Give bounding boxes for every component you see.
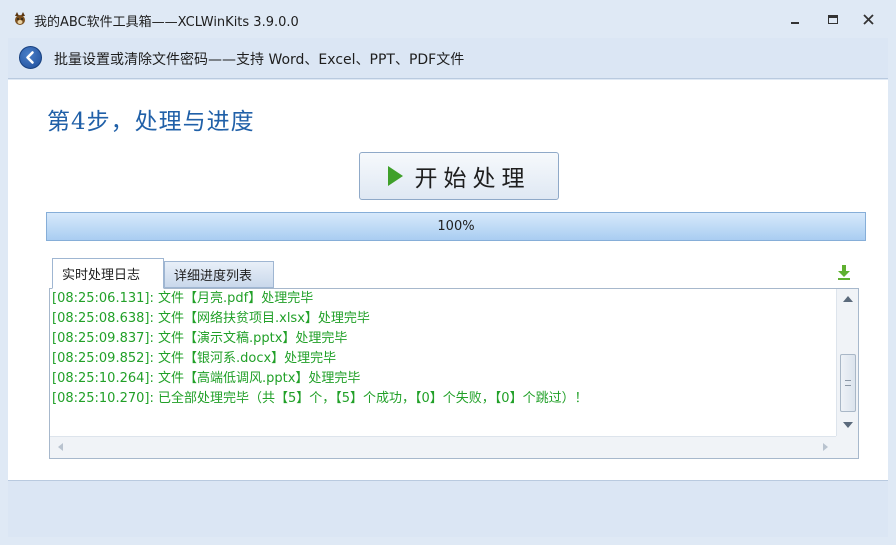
progress-text: 100% — [437, 219, 475, 234]
maximize-icon — [828, 15, 838, 24]
log-line: [08:25:10.270]: 已全部处理完毕（共【5】个，【5】个成功，【0】… — [52, 391, 588, 406]
log-line: [08:25:10.264]: 文件【高端低调风.pptx】处理完毕 — [52, 371, 361, 386]
scroll-right-icon[interactable] — [823, 443, 828, 451]
title-bar: 我的ABC软件工具箱——XCLWinKits 3.9.0.0 — [0, 0, 896, 38]
main-panel: 第4步，处理与进度 开始处理 100% 实时处理日志 详细进度列表 [08:25… — [8, 80, 888, 480]
tab-realtime-log[interactable]: 实时处理日志 — [52, 258, 164, 289]
minimize-button[interactable] — [784, 9, 806, 29]
log-lines: [08:25:06.131]: 文件【月亮.pdf】处理完毕 [08:25:08… — [52, 289, 834, 409]
horizontal-scrollbar[interactable] — [50, 436, 836, 458]
maximize-button[interactable] — [822, 9, 844, 29]
minimize-icon — [791, 22, 799, 24]
footer-bar — [8, 480, 888, 537]
window-title: 我的ABC软件工具箱——XCLWinKits 3.9.0.0 — [34, 15, 299, 30]
log-line: [08:25:09.837]: 文件【演示文稿.pptx】处理完毕 — [52, 331, 348, 346]
grip-icon — [845, 380, 851, 386]
close-button[interactable] — [857, 9, 879, 29]
function-description: 批量设置或清除文件密码——支持 Word、Excel、PPT、PDF文件 — [54, 52, 465, 68]
close-icon — [862, 13, 874, 25]
scroll-corner — [836, 436, 858, 458]
scroll-thumb[interactable] — [840, 354, 856, 412]
scroll-up-icon[interactable] — [843, 296, 853, 302]
start-process-button[interactable]: 开始处理 — [359, 152, 559, 200]
scroll-left-icon[interactable] — [58, 443, 63, 451]
start-process-label: 开始处理 — [414, 166, 531, 192]
back-button[interactable] — [19, 46, 42, 69]
download-icon[interactable] — [837, 264, 851, 280]
tab-progress-list[interactable]: 详细进度列表 — [164, 261, 274, 288]
play-icon — [387, 166, 403, 186]
step-title: 第4步，处理与进度 — [47, 109, 255, 135]
log-line: [08:25:09.852]: 文件【银河系.docx】处理完毕 — [52, 351, 337, 366]
progress-bar: 100% — [46, 212, 866, 241]
fox-app-icon — [15, 12, 25, 25]
vertical-scrollbar[interactable] — [836, 289, 858, 437]
log-view[interactable]: [08:25:06.131]: 文件【月亮.pdf】处理完毕 [08:25:08… — [49, 288, 859, 459]
log-line: [08:25:06.131]: 文件【月亮.pdf】处理完毕 — [52, 291, 314, 306]
scroll-down-icon[interactable] — [843, 422, 853, 428]
log-line: [08:25:08.638]: 文件【网络扶贫项目.xlsx】处理完毕 — [52, 311, 370, 326]
back-arrow-icon — [26, 51, 34, 64]
function-header: 批量设置或清除文件密码——支持 Word、Excel、PPT、PDF文件 — [8, 38, 888, 79]
